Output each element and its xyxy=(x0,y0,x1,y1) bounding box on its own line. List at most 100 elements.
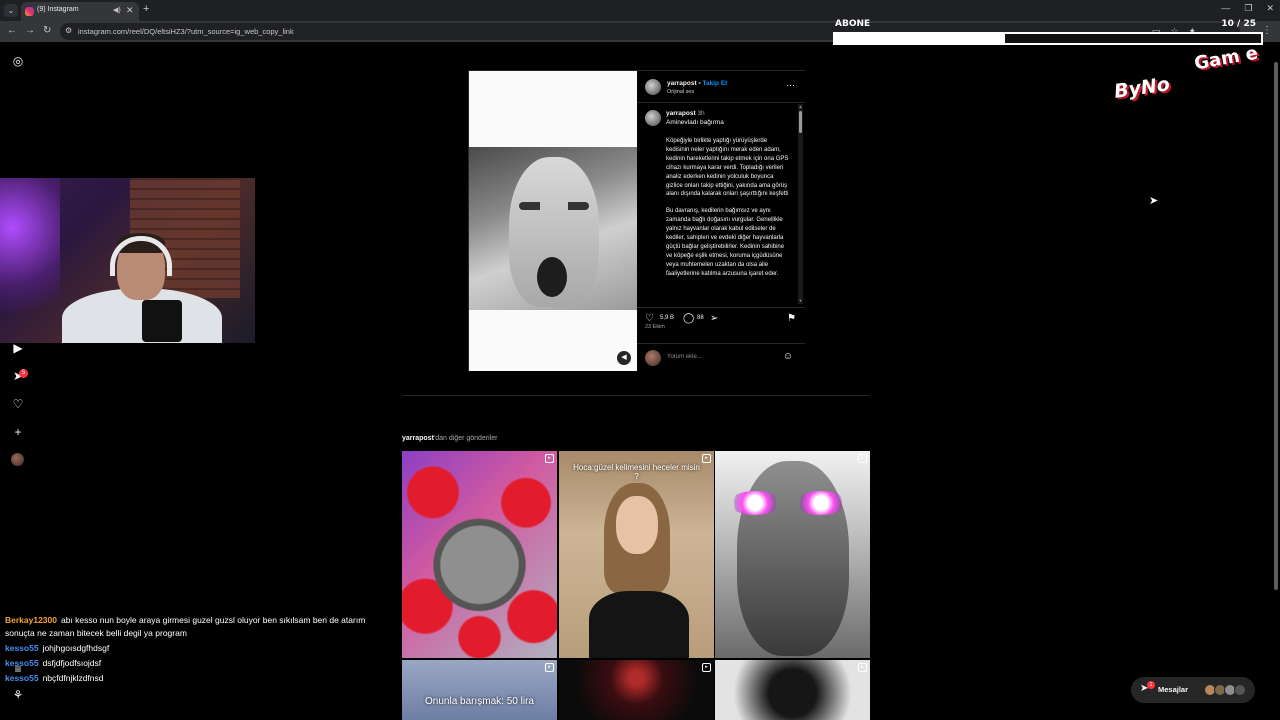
tab-search-icon[interactable]: ⌄ xyxy=(4,4,18,17)
comment-bar: Yorum ekle... ☺ xyxy=(637,343,805,371)
separator: • xyxy=(698,80,701,87)
post-tile[interactable]: Hoca:güzel kelimesini heceler misin ? ▸ xyxy=(559,451,714,658)
caption: yarrapost 3h Aminevladı bağırma Köpeğiyl… xyxy=(637,104,797,302)
chat-text: nbçfdfnjklzdfnsd xyxy=(42,673,104,683)
messages-label: Mesajlar xyxy=(1158,685,1189,694)
scroll-up-icon[interactable]: ▲ xyxy=(798,104,803,109)
chat-message: kesso55 johjhgoısdgfhdsgf xyxy=(5,642,395,655)
reel-icon: ▸ xyxy=(858,454,867,463)
logo-main: ByNo xyxy=(1112,73,1172,103)
video-frame xyxy=(469,147,637,310)
chat-text: dsfjdfjodfsıojdsf xyxy=(42,658,102,668)
caption-time: 3h xyxy=(697,110,705,117)
bookmark-icon[interactable]: ⚑ xyxy=(787,313,796,324)
reload-icon[interactable]: ↻ xyxy=(43,25,51,36)
audio-icon[interactable]: ◀) xyxy=(113,6,121,14)
caption-avatar[interactable] xyxy=(645,110,661,126)
streamer xyxy=(62,228,222,343)
caption-paragraph: Köpeğiyle birlikte yaptığı yürüyüşlerde … xyxy=(666,138,789,198)
more-posts-suffix: 'dan diğer gönderiler xyxy=(433,435,498,442)
chat-text: johjhgoısdgfhdsgf xyxy=(42,643,110,653)
caption-title: Aminevladı bağırma xyxy=(666,119,724,126)
goal-count: 10 / 25 xyxy=(1221,19,1256,29)
window-close-icon[interactable]: ✕ xyxy=(1266,3,1274,14)
streamer-logo: Gam e ByNo xyxy=(1112,43,1264,108)
chat-username: kesso55 xyxy=(5,643,39,653)
webcam-light xyxy=(0,178,60,343)
avatar xyxy=(1234,684,1246,696)
minimize-icon[interactable]: — xyxy=(1221,3,1230,14)
emoji-icon[interactable]: ☺ xyxy=(783,351,793,362)
like-count[interactable]: 5,9 B xyxy=(660,315,674,321)
chat-username: Berkay12300 xyxy=(5,615,57,625)
page-scroll-thumb[interactable] xyxy=(1274,62,1278,590)
post-tile[interactable]: Onunla barışmak: 50 lira ▸ xyxy=(402,660,557,720)
comment-icon[interactable]: ◯ xyxy=(683,313,694,324)
follow-button[interactable]: Takip Et xyxy=(703,80,728,87)
author-avatar[interactable] xyxy=(645,79,661,95)
post-tile[interactable]: ▸ xyxy=(715,451,870,658)
stream-chat: Berkay12300 abı kesso nun boyle araya gir… xyxy=(5,614,395,687)
post-tile[interactable]: ▸ xyxy=(402,451,557,658)
window-controls: — ❐ ✕ xyxy=(1221,3,1274,14)
heart-icon[interactable]: ♡ xyxy=(10,396,26,412)
chat-username: kesso55 xyxy=(5,673,39,683)
profile-avatar[interactable] xyxy=(11,453,24,466)
browser-tab[interactable]: (9) Instagram ◀) ✕ xyxy=(21,2,139,21)
mouse-cursor-icon: ➤ xyxy=(1149,195,1159,207)
scroll-thumb[interactable] xyxy=(799,111,802,133)
more-posts-grid: ▸ Hoca:güzel kelimesini heceler misin ? … xyxy=(402,451,870,720)
instagram-favicon-icon xyxy=(25,7,34,16)
tab-title: (9) Instagram xyxy=(37,6,79,13)
new-tab-icon[interactable]: + xyxy=(143,3,149,15)
reel-icon: ▸ xyxy=(702,663,711,672)
post-sidebar: yarrapost • Takip Et Orijinal ses ⋯ yarr… xyxy=(637,71,805,371)
url-text[interactable]: instagram.com/reel/DQ/eltsiHZ3/?utm_sour… xyxy=(78,27,294,36)
chat-message: kesso55 dsfjdfjodfsıojdsf xyxy=(5,657,395,670)
comment-count[interactable]: 88 xyxy=(697,315,704,321)
goal-label: ABONE xyxy=(835,19,871,29)
instagram-icon[interactable]: ◎ xyxy=(10,53,26,69)
caption-scrollbar[interactable]: ▲ ▼ xyxy=(798,104,803,304)
reel-video[interactable]: ◀ xyxy=(469,71,637,371)
post-date: 23 Ekim xyxy=(645,324,665,330)
comment-input[interactable]: Yorum ekle... xyxy=(667,354,702,360)
post-tile[interactable]: ▸ xyxy=(715,660,870,720)
forward-icon[interactable]: → xyxy=(25,25,35,36)
caption-username[interactable]: yarrapost xyxy=(666,110,696,117)
chat-message: kesso55 nbçfdfnjklzdfnsd xyxy=(5,672,395,685)
share-icon[interactable]: ➢ xyxy=(710,313,718,324)
mute-icon[interactable]: ◀ xyxy=(617,351,631,365)
back-icon[interactable]: ← xyxy=(7,25,17,36)
post-header: yarrapost • Takip Et Orijinal ses ⋯ xyxy=(637,71,805,103)
tile-caption: Onunla barışmak: 50 lira xyxy=(425,696,534,707)
audio-label[interactable]: Orijinal ses xyxy=(667,89,694,95)
like-icon[interactable]: ♡ xyxy=(645,313,654,324)
close-icon[interactable]: ✕ xyxy=(126,5,134,16)
messages-button[interactable]: ➤ 1 Mesajlar xyxy=(1131,677,1255,703)
reel-icon: ▸ xyxy=(545,663,554,672)
microphone xyxy=(142,300,182,342)
author-username[interactable]: yarrapost xyxy=(667,80,697,87)
my-avatar xyxy=(645,350,661,366)
create-icon[interactable]: + xyxy=(10,424,26,440)
more-posts-username[interactable]: yarrapost xyxy=(402,435,434,442)
threads-icon[interactable]: ⚘ xyxy=(10,687,26,703)
webcam-overlay xyxy=(0,178,255,343)
post-tile[interactable]: ▸ xyxy=(559,660,714,720)
site-info-icon[interactable]: ⚙ xyxy=(65,26,72,35)
chat-message: Berkay12300 abı kesso nun boyle araya gir… xyxy=(5,614,395,640)
more-options-icon[interactable]: ⋯ xyxy=(786,80,795,91)
message-avatars xyxy=(1204,684,1246,696)
caption-paragraph: Bu davranış, kedilerin bağımsız ve aynı … xyxy=(666,208,785,277)
tile-caption: Hoca:güzel kelimesini heceler misin ? xyxy=(573,463,700,481)
messages-badge: 1 xyxy=(1147,681,1155,689)
chat-username: kesso55 xyxy=(5,658,39,668)
restore-icon[interactable]: ❐ xyxy=(1244,3,1252,14)
section-divider xyxy=(402,395,870,396)
page-scrollbar[interactable] xyxy=(1272,44,1280,720)
scroll-down-icon[interactable]: ▼ xyxy=(798,298,803,303)
caption-body: Köpeğiyle birlikte yaptığı yürüyüşlerde … xyxy=(666,137,791,287)
reel-icon: ▸ xyxy=(702,454,711,463)
more-posts-title: yarrapost'dan diğer gönderiler xyxy=(402,435,498,442)
